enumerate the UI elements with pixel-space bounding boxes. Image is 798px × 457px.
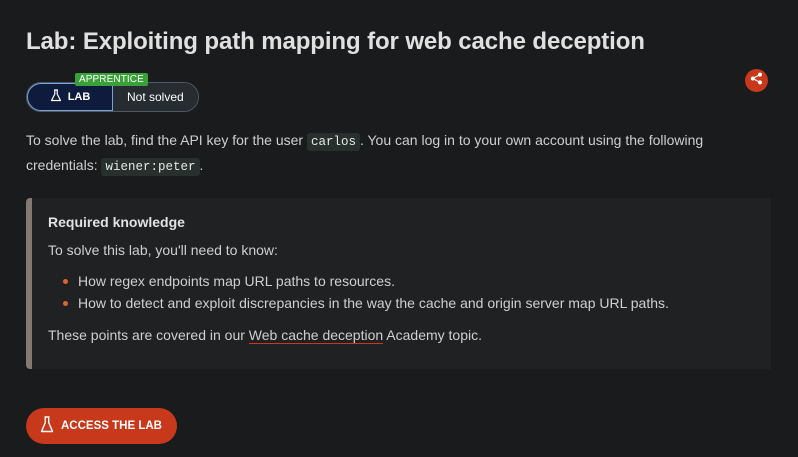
access-lab-button[interactable]: ACCESS THE LAB (26, 408, 177, 444)
footer-text-after: Academy topic. (383, 327, 482, 343)
list-item: How to detect and exploit discrepancies … (63, 292, 771, 314)
intro-text-before: To solve the lab, find the API key for t… (26, 132, 307, 148)
knowledge-footer: These points are covered in our Web cach… (48, 327, 771, 344)
knowledge-list: How regex endpoints map URL paths to res… (48, 270, 771, 314)
access-lab-label: ACCESS THE LAB (61, 420, 162, 432)
credentials-code: wiener:peter (101, 158, 200, 176)
intro-text-after: . (199, 157, 204, 173)
share-icon (750, 72, 763, 90)
lab-status-widget: LAB Not solved (26, 82, 199, 112)
lab-label: LAB (67, 91, 91, 103)
page-title: Lab: Exploiting path mapping for web cac… (26, 28, 645, 55)
lab-page: Lab: Exploiting path mapping for web cac… (0, 0, 798, 457)
knowledge-lead: To solve this lab, you'll need to know: (48, 242, 278, 258)
knowledge-heading: Required knowledge (48, 214, 185, 230)
share-button[interactable] (745, 69, 768, 92)
lab-type-pill: LAB (27, 83, 113, 111)
flask-icon (50, 89, 62, 105)
footer-text-before: These points are covered in our (48, 327, 249, 343)
solved-status: Not solved (113, 83, 198, 111)
list-item: How regex endpoints map URL paths to res… (63, 270, 771, 292)
topic-link[interactable]: Web cache deception (248, 327, 384, 344)
level-badge: APPRENTICE (75, 73, 148, 86)
lab-description: To solve the lab, find the API key for t… (26, 129, 776, 179)
username-code: carlos (306, 133, 360, 151)
flask-icon (40, 416, 54, 436)
required-knowledge-box: Required knowledge To solve this lab, yo… (26, 198, 771, 369)
